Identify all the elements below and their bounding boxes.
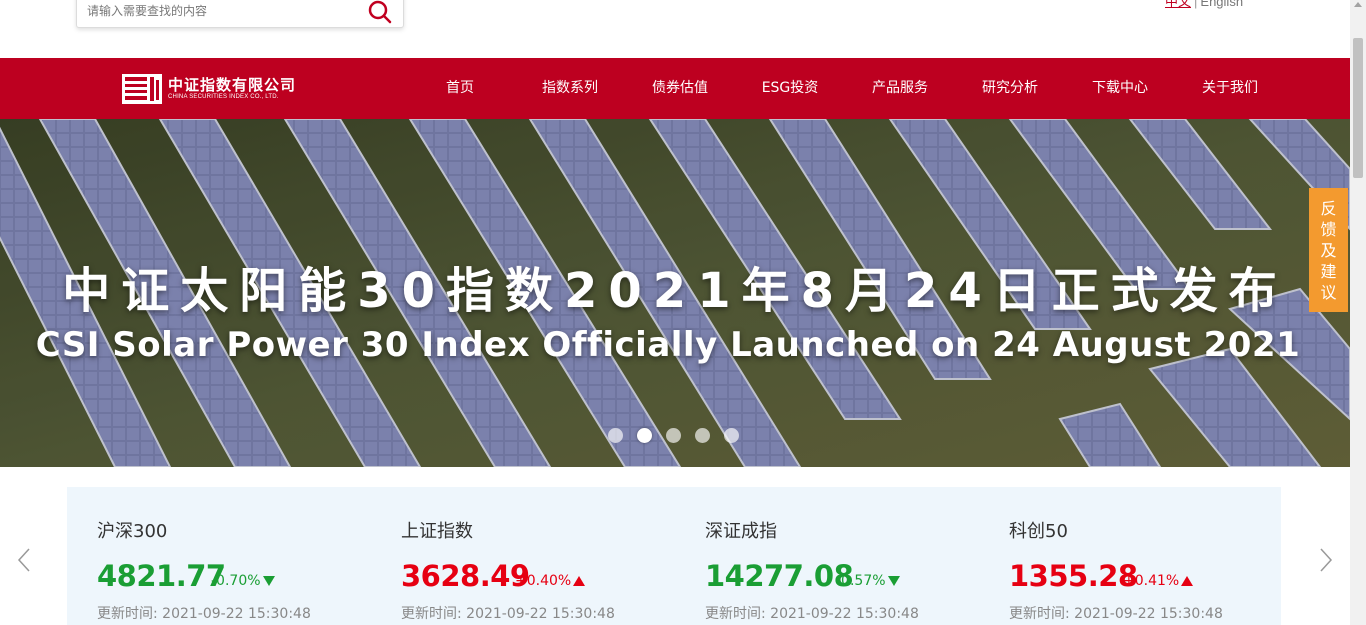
language-switcher: 中文 | English <box>1165 0 1243 10</box>
chevron-right-icon <box>1320 548 1333 572</box>
index-card-star50[interactable]: 科创50 1355.28 +0.41% 更新时间: 2021-09-22 15:… <box>979 487 1269 625</box>
logo-name-en: CHINA SECURITIES INDEX CO., LTD. <box>168 94 279 100</box>
index-value: 4821.77 <box>97 559 226 593</box>
index-name: 科创50 <box>1009 521 1068 542</box>
index-change-text: -0.70% <box>211 573 261 589</box>
carousel-dot-5[interactable] <box>724 428 739 443</box>
carousel-dot-4[interactable] <box>695 428 710 443</box>
index-value: 1355.28 <box>1009 559 1138 593</box>
update-label: 更新时间: <box>1009 606 1070 622</box>
chevron-left-icon <box>17 548 30 572</box>
banner-title-cn: 中证太阳能30指数2021年8月24日正式发布 <box>62 263 1288 319</box>
scrollbar-thumb[interactable] <box>1353 38 1363 178</box>
update-time-value: 2021-09-22 15:30:48 <box>770 606 919 622</box>
feedback-char: 议 <box>1320 283 1337 302</box>
index-change: -0.57% <box>836 573 900 589</box>
index-value: 14277.08 <box>705 559 854 593</box>
scroll-up-arrow-icon[interactable] <box>1354 2 1362 7</box>
nav-item-esg[interactable]: ESG投资 <box>735 58 845 119</box>
carousel-dot-3[interactable] <box>666 428 681 443</box>
search-button[interactable] <box>367 0 393 25</box>
nav-item-products[interactable]: 产品服务 <box>845 58 955 119</box>
search-icon <box>368 0 392 24</box>
index-name: 上证指数 <box>401 521 473 542</box>
main-nav-bar: 中证指数有限公司 CHINA SECURITIES INDEX CO., LTD… <box>0 58 1350 119</box>
carousel-dot-2[interactable] <box>637 428 652 443</box>
search-box <box>76 0 404 28</box>
search-input[interactable] <box>87 1 357 21</box>
index-update-time: 更新时间: 2021-09-22 15:30:48 <box>1009 603 1223 623</box>
index-card-shenzhen[interactable]: 深证成指 14277.08 -0.57% 更新时间: 2021-09-22 15… <box>675 487 965 625</box>
lang-separator: | <box>1194 0 1198 9</box>
logo-name-cn: 中证指数有限公司 <box>168 76 297 94</box>
top-bar: 中文|English <box>0 0 1350 58</box>
feedback-char: 及 <box>1320 241 1337 260</box>
feedback-char: 馈 <box>1320 220 1337 239</box>
feedback-char: 反 <box>1320 199 1337 218</box>
update-time-value: 2021-09-22 15:30:48 <box>1074 606 1223 622</box>
update-label: 更新时间: <box>401 606 462 622</box>
page-scrollbar[interactable] <box>1350 0 1366 625</box>
banner-title-en: CSI Solar Power 30 Index Officially Laun… <box>35 325 1301 365</box>
index-change: -0.70% <box>211 573 275 589</box>
update-time-value: 2021-09-22 15:30:48 <box>466 606 615 622</box>
nav-item-index-series[interactable]: 指数系列 <box>515 58 625 119</box>
index-quotes-panel: 沪深300 4821.77 -0.70% 更新时间: 2021-09-22 15… <box>67 487 1281 625</box>
nav-item-bond-valuation[interactable]: 债券估值 <box>625 58 735 119</box>
update-time-value: 2021-09-22 15:30:48 <box>162 606 311 622</box>
index-name: 深证成指 <box>705 521 777 542</box>
index-update-time: 更新时间: 2021-09-22 15:30:48 <box>705 603 919 623</box>
index-update-time: 更新时间: 2021-09-22 15:30:48 <box>401 603 615 623</box>
nav-item-research[interactable]: 研究分析 <box>955 58 1065 119</box>
company-logo[interactable]: 中证指数有限公司 CHINA SECURITIES INDEX CO., LTD… <box>122 73 296 105</box>
index-change: +0.40% <box>515 573 586 589</box>
page: 中文|English 中证指数有限公司 CHINA SECURITIES IND… <box>0 0 1366 625</box>
arrow-up-icon <box>573 576 586 586</box>
update-label: 更新时间: <box>97 606 158 622</box>
nav-item-downloads[interactable]: 下载中心 <box>1065 58 1175 119</box>
logo-mark-icon <box>122 74 162 104</box>
index-change: +0.41% <box>1123 573 1194 589</box>
update-label: 更新时间: <box>705 606 766 622</box>
lang-english-link[interactable]: English <box>1200 0 1243 9</box>
feedback-char: 建 <box>1320 262 1337 281</box>
arrow-up-icon <box>1181 576 1194 586</box>
carousel-prev-button[interactable] <box>14 546 34 574</box>
arrow-down-icon <box>262 576 275 586</box>
index-change-text: +0.40% <box>515 573 572 589</box>
index-name: 沪深300 <box>97 521 168 542</box>
arrow-down-icon <box>887 576 900 586</box>
index-update-time: 更新时间: 2021-09-22 15:30:48 <box>97 603 311 623</box>
carousel-dot-1[interactable] <box>608 428 623 443</box>
feedback-button[interactable]: 反 馈 及 建 议 <box>1309 188 1348 312</box>
index-change-text: +0.41% <box>1123 573 1180 589</box>
carousel-next-button[interactable] <box>1316 546 1336 574</box>
nav-menu: 首页 指数系列 债券估值 ESG投资 产品服务 研究分析 下载中心 关于我们 <box>405 58 1285 119</box>
index-change-text: -0.57% <box>836 573 886 589</box>
carousel-indicators <box>608 428 753 443</box>
index-card-csi300[interactable]: 沪深300 4821.77 -0.70% 更新时间: 2021-09-22 15… <box>67 487 357 625</box>
lang-chinese-link[interactable]: 中文 <box>1165 0 1191 9</box>
index-value: 3628.49 <box>401 559 530 593</box>
hero-banner[interactable]: 中证太阳能30指数2021年8月24日正式发布 CSI Solar Power … <box>0 119 1350 467</box>
nav-item-about[interactable]: 关于我们 <box>1175 58 1285 119</box>
index-card-shanghai[interactable]: 上证指数 3628.49 +0.40% 更新时间: 2021-09-22 15:… <box>371 487 661 625</box>
nav-item-home[interactable]: 首页 <box>405 58 515 119</box>
